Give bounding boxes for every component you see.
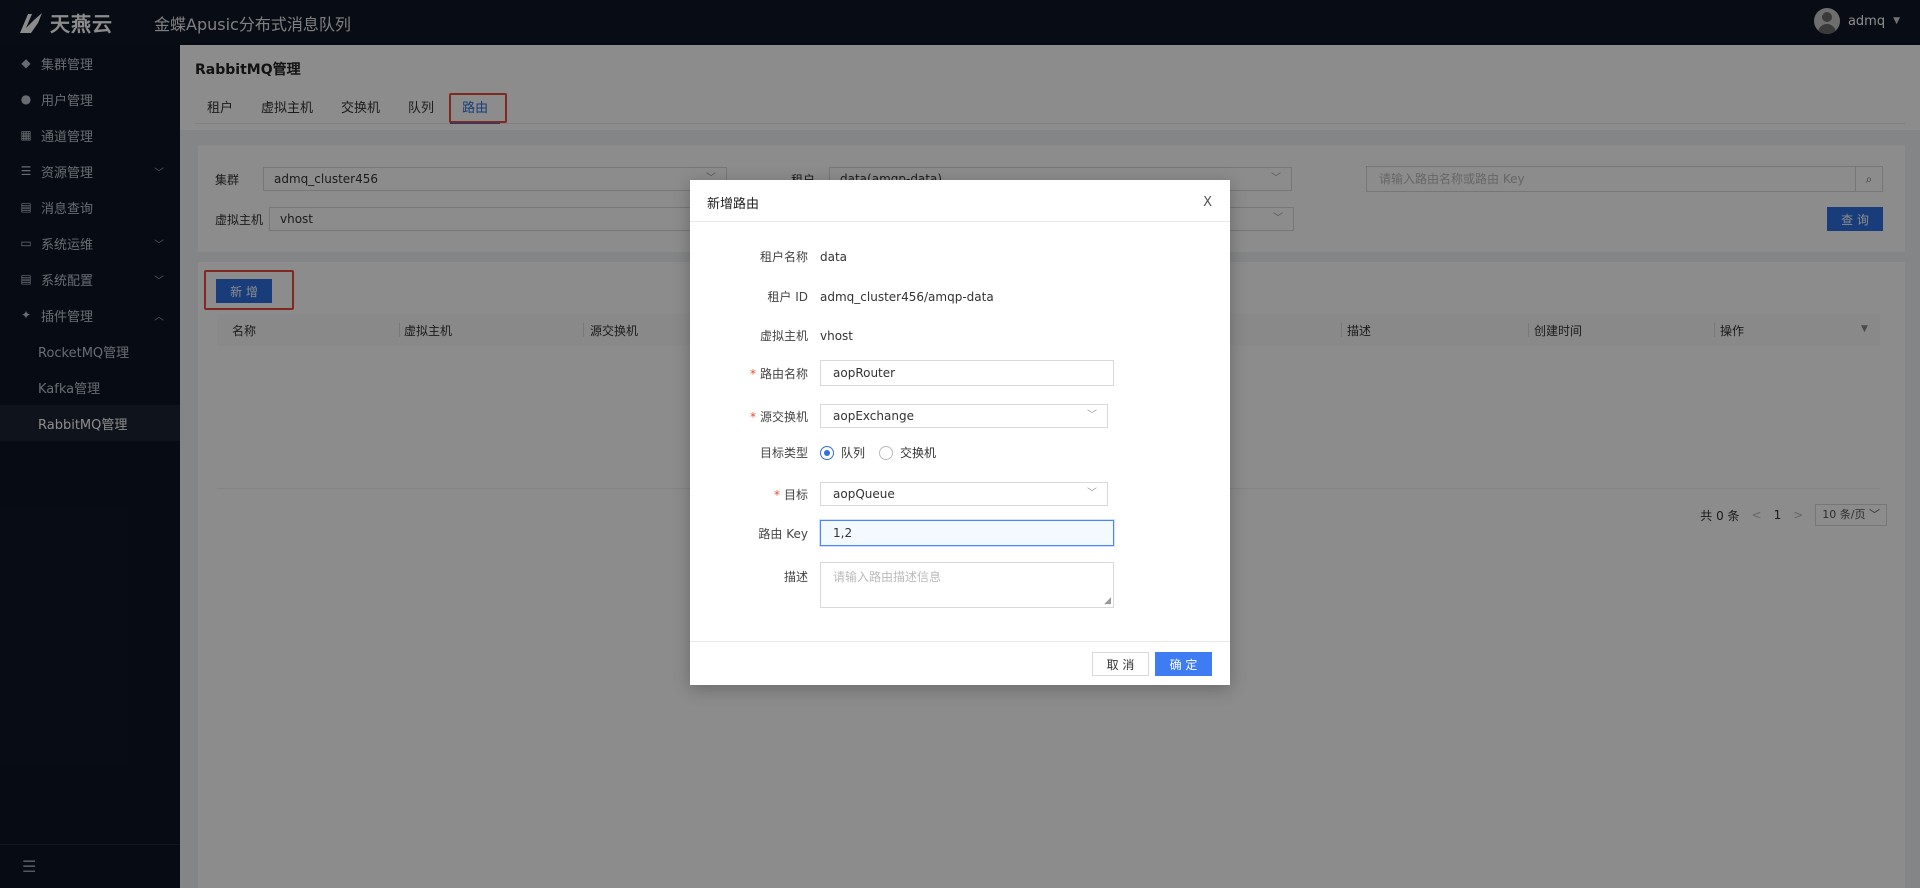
required-mark: *: [749, 409, 756, 424]
vhost-label: 虚拟主机: [759, 329, 808, 343]
description-row: 描述 请输入路由描述信息 ◢: [690, 562, 1230, 608]
tenant-id-value: admq_cluster456/amqp-data: [820, 289, 994, 304]
target-value: aopQueue: [833, 487, 895, 501]
route-key-label: 路由 Key: [758, 526, 808, 541]
required-mark: *: [773, 487, 780, 502]
radio-selected-icon[interactable]: [820, 445, 834, 460]
radio-unselected-icon[interactable]: [879, 445, 894, 460]
confirm-button[interactable]: 确 定: [1155, 652, 1212, 676]
route-name-input[interactable]: aopRouter: [820, 360, 1114, 386]
tenant-name-value: data: [820, 249, 848, 264]
add-route-dialog: 新增路由 X 租户名称 data 租户 ID admq_cluster456/a…: [690, 180, 1230, 685]
dialog-footer: 取 消 确 定: [690, 641, 1230, 685]
dialog-title: 新增路由: [707, 197, 760, 212]
target-type-label: 目标类型: [759, 446, 808, 460]
required-mark: *: [749, 366, 756, 381]
radio-queue-label: 队列: [841, 446, 866, 460]
resize-handle-icon[interactable]: ◢: [1104, 596, 1111, 606]
target-select[interactable]: aopQueue ﹀: [820, 482, 1108, 506]
tenant-name-row: 租户名称 data: [690, 248, 1230, 265]
tenant-name-label: 租户名称: [759, 250, 808, 264]
route-key-input[interactable]: 1,2: [820, 520, 1114, 546]
tenant-id-row: 租户 ID admq_cluster456/amqp-data: [690, 288, 1230, 305]
radio-queue[interactable]: 队列: [820, 444, 865, 461]
vhost-row: 虚拟主机 vhost: [690, 327, 1230, 344]
vhost-value: vhost: [820, 328, 854, 343]
tenant-id-label: 租户 ID: [767, 290, 808, 304]
source-exchange-select[interactable]: aopExchange ﹀: [820, 404, 1108, 428]
cancel-button[interactable]: 取 消: [1092, 652, 1149, 676]
chevron-down-icon: ﹀: [1087, 410, 1097, 421]
radio-exchange-label: 交换机: [900, 446, 937, 460]
target-label: * 目标: [773, 487, 808, 502]
close-icon[interactable]: X: [1203, 195, 1212, 210]
route-key-row: 路由 Key 1,2: [690, 520, 1230, 546]
chevron-down-icon: ﹀: [1087, 488, 1097, 499]
route-name-label: * 路由名称: [749, 366, 808, 381]
description-placeholder: 请输入路由描述信息: [833, 570, 942, 584]
source-exchange-label: * 源交换机: [749, 409, 808, 424]
description-label: 描述: [783, 570, 808, 584]
target-row: * 目标 aopQueue ﹀: [690, 482, 1230, 506]
dialog-header: 新增路由 X: [690, 180, 1230, 222]
description-textarea[interactable]: 请输入路由描述信息 ◢: [820, 562, 1114, 608]
target-type-row: 目标类型 队列 交换机: [690, 444, 1230, 461]
route-name-row: * 路由名称 aopRouter: [690, 360, 1230, 386]
radio-exchange[interactable]: 交换机: [879, 444, 936, 461]
source-exchange-value: aopExchange: [833, 409, 914, 423]
source-exchange-row: * 源交换机 aopExchange ﹀: [690, 404, 1230, 428]
